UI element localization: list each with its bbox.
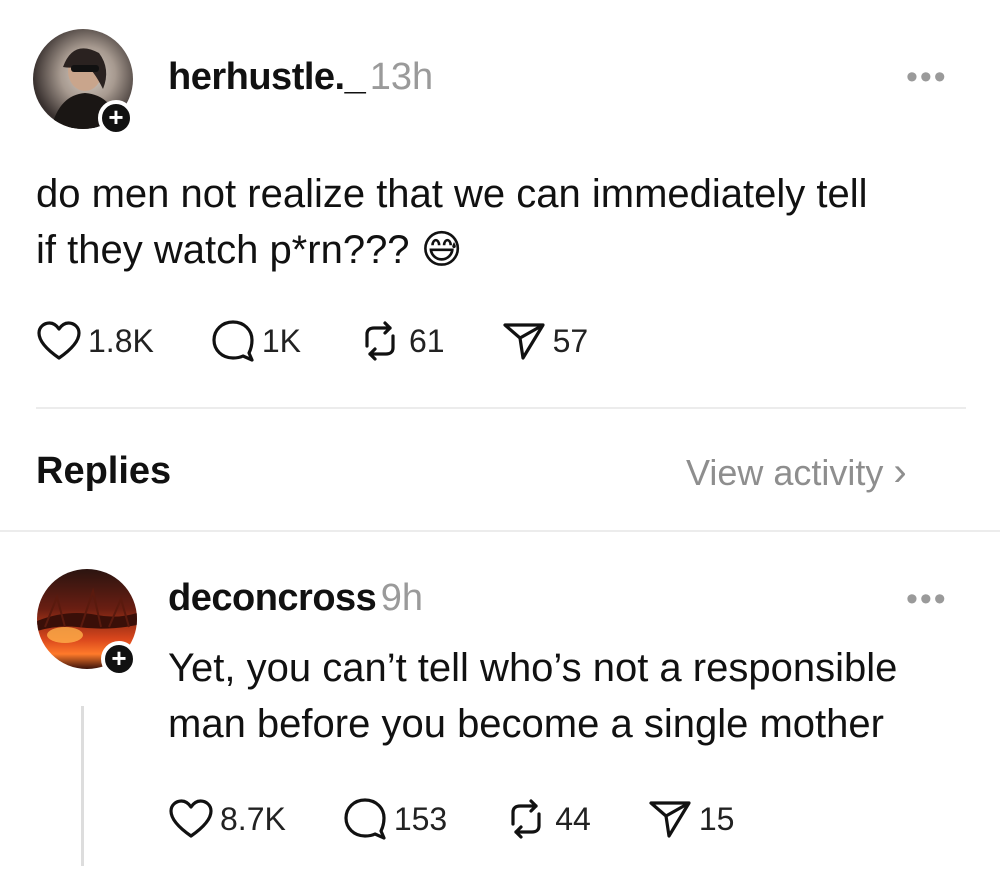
post-header: herhustle._ 13h [168,56,433,99]
view-activity-label: View activity [686,452,884,493]
reply-comment-button[interactable]: 153 [342,797,447,841]
reply-share-button[interactable]: 15 [647,798,735,840]
view-activity-link[interactable]: View activity › [686,450,907,495]
share-button[interactable]: 57 [501,320,589,362]
repost-icon [365,321,395,361]
send-icon [649,801,691,838]
sweat-smile-emoji: 😅 [420,228,463,272]
post-actions: 1.8K 1K 61 57 [36,319,644,363]
post-text-line-2-text: if they watch p*rn??? [36,228,410,272]
heart-icon [37,321,81,360]
like-count: 1.8K [88,322,154,359]
reply-like-count: 8.7K [220,800,286,837]
reply-username[interactable]: deconcross [168,577,377,619]
post-more-icon[interactable]: ••• [906,58,948,97]
reply-more-icon[interactable]: ••• [906,580,948,619]
thread-line [81,706,84,866]
like-button[interactable]: 1.8K [36,320,154,362]
comment-icon [344,798,386,840]
reply-actions: 8.7K 153 44 15 [168,797,790,841]
share-count: 57 [552,322,589,359]
post-text-line-1: do men not realize that we can immediate… [36,172,868,216]
reply-share-count: 15 [698,800,735,837]
reply-repost-count: 44 [555,800,591,837]
send-icon [502,323,545,360]
follow-plus-icon[interactable]: + [101,641,137,677]
reply-text-line-2: man before you become a single mother [168,702,884,746]
follow-plus-icon[interactable]: + [98,100,134,136]
replies-title: Replies [36,450,172,492]
divider [36,407,966,409]
post-username[interactable]: herhustle._ [168,56,366,98]
reply-body: Yet, you can’t tell who’s not a responsi… [168,640,897,752]
reply-text-line-1: Yet, you can’t tell who’s not a responsi… [168,646,898,690]
reply-comment-count: 153 [393,800,448,837]
reply-repost-button[interactable]: 44 [503,798,591,840]
comment-icon [212,320,254,362]
post-body: do men not realize that we can immediate… [36,166,868,278]
repost-icon [511,799,541,839]
chevron-right-icon: › [893,450,907,494]
heart-icon [169,799,213,838]
reply-time: 9h [380,577,424,619]
divider [0,530,1000,532]
reply-like-button[interactable]: 8.7K [168,798,286,840]
repost-button[interactable]: 61 [357,320,445,362]
post-time: 13h [369,56,434,98]
comment-count: 1K [261,322,301,359]
post-text-line-2: if they watch p*rn??? 😅 [36,222,868,278]
repost-count: 61 [408,322,445,359]
comment-button[interactable]: 1K [210,319,301,363]
reply-header: deconcross 9h [168,577,423,620]
